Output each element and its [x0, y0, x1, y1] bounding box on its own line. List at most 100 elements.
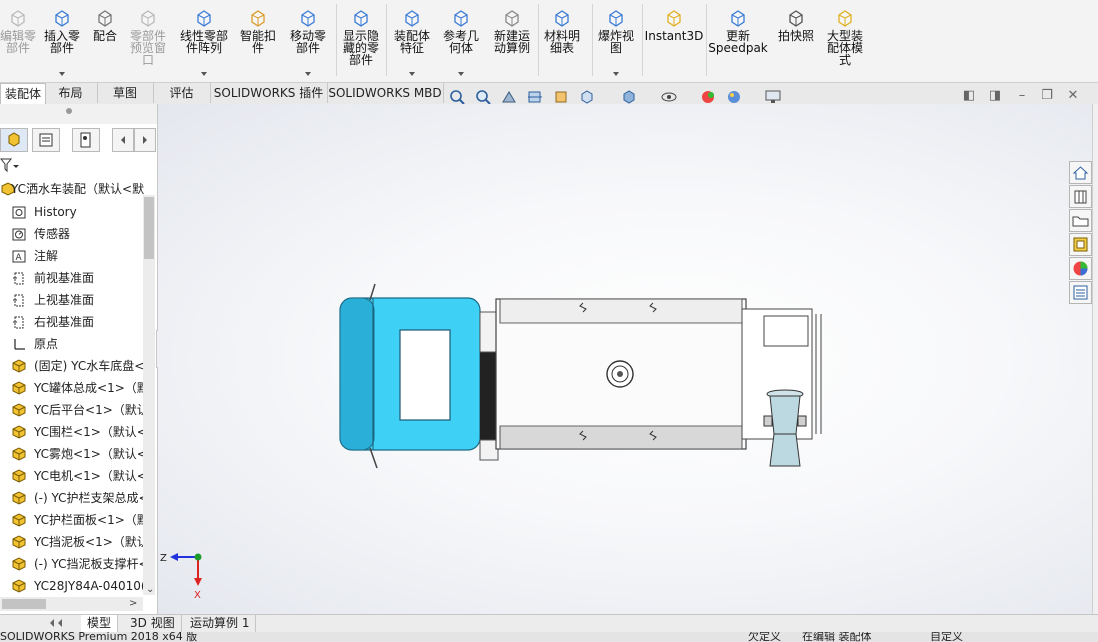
part-icon	[12, 359, 26, 373]
tab-assembly[interactable]: 装配体	[0, 83, 46, 105]
instant3d-button[interactable]: Instant3D	[644, 4, 704, 78]
tab-scroll-right-icon	[143, 136, 147, 144]
command-label: 编辑零 部件	[0, 29, 37, 55]
tab-solidworks-mbd[interactable]: SOLIDWORKS MBD	[327, 83, 444, 103]
svg-text:A: A	[16, 253, 23, 263]
tree-item[interactable]: 上视基准面	[0, 290, 150, 310]
assembly-features-button[interactable]: 装配体 特征	[390, 4, 434, 78]
tree-item[interactable]: YC电机<1>（默认<	[0, 466, 150, 486]
tree-horizontal-scrollbar[interactable]: >	[0, 597, 143, 611]
tree-item[interactable]: YC罐体总成<1>（默	[0, 378, 150, 398]
tab-layout[interactable]: 布局	[44, 83, 98, 103]
command-label: 装配体 特征	[393, 29, 430, 55]
tree-item[interactable]: 前视基准面	[0, 268, 150, 288]
tree-item[interactable]: 传感器	[0, 224, 150, 244]
take-snapshot-button[interactable]: 拍快照	[770, 4, 822, 78]
command-label: 参考几 何体	[442, 29, 479, 55]
tree-item[interactable]: 原点	[0, 334, 150, 354]
tab-sketch[interactable]: 草图	[97, 83, 154, 103]
component-preview-button[interactable]: 零部件 预览窗 口	[126, 4, 170, 78]
dropdown-arrow-icon[interactable]	[458, 72, 464, 76]
appearances-tab[interactable]	[1069, 257, 1092, 280]
tree-scroll-thumb[interactable]	[144, 197, 154, 259]
filter-icon[interactable]	[0, 155, 24, 175]
tree-item-label: YC挡泥板<1>（默认	[34, 535, 149, 549]
dropdown-arrow-icon[interactable]	[201, 72, 207, 76]
tree-item-label: 上视基准面	[34, 293, 95, 307]
show-hidden-icon	[354, 10, 368, 27]
tree-item[interactable]: (-) YC挡泥板支撑杆<	[0, 554, 150, 574]
tree-item-label: YC护栏面板<1>（默	[34, 513, 149, 527]
bottom-tabs: 模型 3D 视图 运动算例 1	[0, 614, 1098, 633]
maximize-icon[interactable]: ❐	[1040, 89, 1054, 103]
linear-pattern-button[interactable]: 线性零部 件阵列	[172, 4, 236, 78]
dimxpert-tab[interactable]	[112, 128, 134, 152]
tree-item[interactable]: A 注解	[0, 246, 150, 266]
propertymanager-tab[interactable]	[32, 128, 60, 152]
tree-item[interactable]: YC护栏面板<1>（默	[0, 510, 150, 530]
tab-solidworks-addins[interactable]: SOLIDWORKS 插件	[210, 83, 328, 103]
view-palette-tab[interactable]	[1069, 233, 1092, 256]
exploded-view-button[interactable]: 爆炸视 图	[592, 4, 640, 78]
featuremanager-tab[interactable]	[0, 128, 28, 152]
minimize-icon[interactable]: –	[1015, 89, 1029, 103]
dropdown-arrow-icon[interactable]	[305, 72, 311, 76]
restore-panel-icon[interactable]: ◧	[962, 89, 976, 103]
smart-fasteners-button[interactable]: 智能扣 件	[236, 4, 280, 78]
command-label: 更新 Speedpak	[708, 29, 768, 55]
tree-item-label: YC罐体总成<1>（默	[34, 381, 149, 395]
update-speedpak-button[interactable]: 更新 Speedpak	[708, 4, 768, 78]
edit-component-button[interactable]: 编辑零 部件	[0, 4, 36, 78]
status-units[interactable]: 自定义	[930, 632, 963, 642]
truck-cab[interactable]	[339, 283, 499, 469]
large-assembly-button[interactable]: 大型装 配体模 式	[822, 4, 868, 78]
dropdown-arrow-icon[interactable]	[409, 72, 415, 76]
file-explorer-tab[interactable]	[1069, 209, 1092, 232]
smart-fasteners-icon	[251, 10, 265, 27]
show-hidden-button[interactable]: 显示隐 藏的零 部件	[338, 4, 384, 78]
close-icon[interactable]: ✕	[1066, 89, 1080, 103]
tree-scroll-down-icon[interactable]: ⌄	[146, 584, 154, 595]
assembly-model[interactable]: Z X	[158, 104, 1092, 614]
new-motion-study-button[interactable]: 新建运 动算例	[488, 4, 536, 78]
tree-item[interactable]: YC28JY84A-04010(	[0, 576, 150, 596]
design-library-tab[interactable]	[1069, 185, 1092, 208]
move-component-button[interactable]: 移动零 部件	[284, 4, 332, 78]
tree-item[interactable]: YC挡泥板<1>（默认	[0, 532, 150, 552]
tree-root-assembly[interactable]: YC洒水车装配（默认<默	[0, 179, 150, 199]
configurationmanager-tab[interactable]	[72, 128, 100, 152]
dropdown-arrow-icon[interactable]	[59, 72, 65, 76]
tree-item[interactable]: 右视基准面	[0, 312, 150, 332]
bill-of-materials-button[interactable]: 材料明 细表	[540, 4, 584, 78]
tree-item[interactable]: History	[0, 202, 150, 222]
tree-item[interactable]: YC围栏<1>（默认<默	[0, 422, 150, 442]
custom-properties-tab[interactable]	[1069, 281, 1092, 304]
tab-motion-study-1[interactable]: 运动算例 1	[184, 615, 257, 632]
tree-item-label: History	[34, 205, 77, 219]
tab-3d-view[interactable]: 3D 视图	[124, 615, 182, 632]
graphics-area[interactable]: Z X	[158, 104, 1092, 614]
reference-geometry-button[interactable]: 参考几 何体	[438, 4, 484, 78]
tank-body[interactable]	[495, 298, 747, 450]
tree-item-label: 注解	[34, 249, 59, 263]
ribbon-separator	[386, 4, 387, 76]
reference-geometry-icon	[454, 10, 468, 27]
folder-icon	[1072, 216, 1089, 227]
bottom-tab-scroll[interactable]	[4, 617, 64, 629]
tab-scroll-right[interactable]	[134, 128, 156, 152]
tree-item-label: YC后平台<1>（默认	[34, 403, 149, 417]
tree-item[interactable]: YC雾炮<1>（默认<默	[0, 444, 150, 464]
tab-evaluate[interactable]: 评估	[153, 83, 211, 103]
tab-model[interactable]: 模型	[81, 615, 119, 632]
feature-manager-header	[0, 104, 157, 124]
tree-item[interactable]: YC后平台<1>（默认	[0, 400, 150, 420]
expand-panel-icon[interactable]: ◨	[988, 89, 1002, 103]
annotation-icon: A	[12, 250, 26, 263]
insert-component-button[interactable]: 插入零 部件	[40, 4, 84, 78]
dropdown-arrow-icon[interactable]	[613, 72, 619, 76]
solidworks-resources-tab[interactable]	[1069, 161, 1092, 184]
mate-button[interactable]: 配合	[88, 4, 122, 78]
tree-item-label: 传感器	[34, 227, 71, 241]
tree-item[interactable]: (固定) YC水车底盘<	[0, 356, 150, 376]
tree-item[interactable]: (-) YC护栏支架总成<	[0, 488, 150, 508]
